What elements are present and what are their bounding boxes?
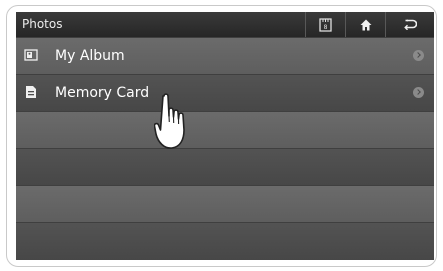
list-item-label: My Album [55, 48, 125, 64]
list-item-memory-card[interactable]: Memory Card [16, 74, 434, 111]
card-icon: 8 [319, 17, 332, 32]
album-icon [24, 49, 38, 61]
empty-row [16, 222, 434, 260]
back-button[interactable] [385, 12, 434, 37]
empty-row [16, 111, 434, 148]
home-button[interactable] [345, 12, 385, 37]
pointing-hand-icon [154, 93, 185, 149]
chevron-right-icon [413, 50, 424, 61]
title-bar: Photos 8 [16, 12, 434, 37]
empty-row [16, 148, 434, 185]
page-title: Photos [22, 17, 63, 31]
list-item-my-album[interactable]: My Album [16, 37, 434, 74]
back-icon [403, 19, 417, 30]
chevron-right-icon [413, 87, 424, 98]
card-button[interactable]: 8 [305, 12, 345, 37]
list-item-label: Memory Card [55, 85, 150, 101]
screen: Photos 8 My Album Memory Card [16, 12, 434, 260]
empty-row [16, 185, 434, 222]
home-icon [360, 19, 371, 30]
memory-card-icon [26, 86, 36, 98]
svg-text:8: 8 [324, 24, 328, 31]
